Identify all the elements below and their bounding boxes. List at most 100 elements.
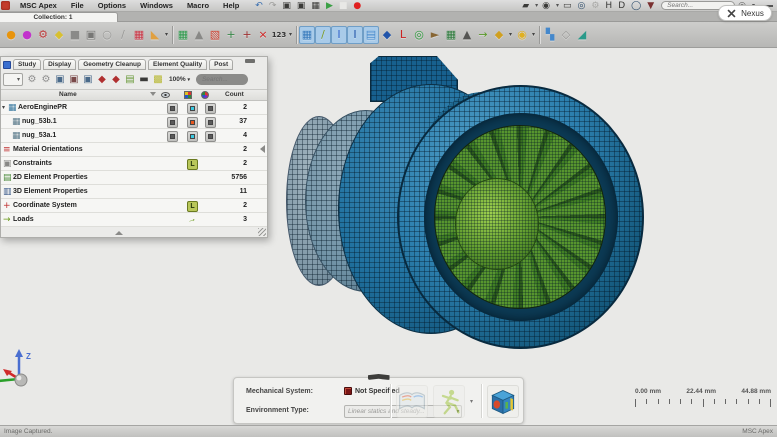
row-label[interactable]: nug_53a.1 (22, 132, 56, 139)
panel-collapse-chevron-icon[interactable] (368, 374, 390, 380)
tab-study[interactable]: Study (13, 59, 41, 70)
solid-box-icon[interactable]: ■ (67, 26, 83, 44)
mechanical-system-value[interactable]: Not Specified (355, 388, 400, 395)
deselect-gears-icon[interactable]: ⚙ (39, 72, 53, 87)
color-pie-icon[interactable] (201, 91, 209, 99)
mesh-blue-icon[interactable]: ▦ (299, 26, 315, 44)
menu-options[interactable]: Options (91, 1, 133, 10)
color-swatch-button[interactable] (187, 117, 198, 128)
axis-move-icon[interactable]: + (223, 26, 239, 44)
cube-wire-icon[interactable]: ◇ (558, 26, 574, 44)
new-sheet-icon[interactable]: ▤ (123, 72, 137, 87)
create-sphere-magenta-icon[interactable]: ● (19, 26, 35, 44)
undo-icon[interactable]: ↶ (252, 0, 266, 12)
render-toggle-button[interactable] (205, 131, 216, 142)
tab-collection[interactable]: Collection: 1 (0, 12, 118, 22)
bolt-green-icon[interactable]: / (315, 26, 331, 44)
row-label[interactable]: AeroEnginePR (18, 104, 67, 111)
menu-macro[interactable]: Macro (180, 1, 216, 10)
menu-help[interactable]: Help (216, 1, 246, 10)
menu-msc-apex[interactable]: MSC Apex (13, 1, 64, 10)
run-options-caret-icon[interactable]: ▾ (467, 396, 476, 408)
redo-icon[interactable]: ↷ (266, 0, 280, 12)
sheets-icon[interactable]: ▤ (363, 26, 379, 44)
fan-surface-icon[interactable]: ◣ (147, 26, 163, 44)
table-row[interactable]: ▥3D Element Properties11 (1, 185, 267, 199)
row-label[interactable]: Material Orientations (13, 146, 83, 153)
target-green-icon[interactable]: ◎ (411, 26, 427, 44)
results-button[interactable] (487, 385, 519, 418)
save-icon[interactable]: ▦ (308, 0, 323, 12)
ibeam-icon[interactable]: I (347, 26, 363, 44)
doc-icon[interactable]: D (615, 0, 628, 12)
surface-tool-icon[interactable]: ◆ (51, 26, 67, 44)
axis-red-icon[interactable]: L (395, 26, 411, 44)
table-row[interactable]: +Coordinate SystemL2 (1, 199, 267, 213)
menu-windows[interactable]: Windows (133, 1, 180, 10)
pin-tool-icon[interactable]: ○ (99, 26, 115, 44)
visibility-eye-icon[interactable] (161, 92, 170, 98)
capture-image-icon[interactable]: ▣ (279, 0, 294, 12)
part-tag-icon[interactable]: ▩ (151, 72, 165, 87)
visibility-toggle-button[interactable] (167, 117, 178, 128)
panel-side-collapse-icon[interactable] (260, 145, 265, 153)
sheet-blue-icon[interactable]: ◆ (379, 26, 395, 44)
row-label[interactable]: 3D Element Properties (13, 188, 88, 195)
orbit-yellow-icon[interactable]: ◉ (514, 26, 530, 44)
axis-rotate-icon[interactable]: + (239, 26, 255, 44)
filter-combo[interactable]: ▾ (3, 73, 23, 86)
table-row[interactable]: ▦nug_53b.137 (1, 115, 267, 129)
color-swatch-button[interactable] (187, 131, 198, 142)
table-row[interactable]: ▾▦AeroEnginePR2 (1, 101, 267, 115)
play-macro-icon[interactable]: ▶ (323, 0, 336, 12)
menu-file[interactable]: File (64, 1, 91, 10)
ramp-teal-icon[interactable]: ◢ (574, 26, 590, 44)
visibility-toggle-button[interactable] (167, 131, 178, 142)
globe-icon[interactable]: ◯ (628, 0, 644, 12)
report-button[interactable] (396, 385, 428, 418)
pillar-icon[interactable]: I (331, 26, 347, 44)
caret[interactable]: ▾ (553, 0, 560, 12)
gears-icon[interactable]: ⚙ (588, 0, 602, 12)
color-square-icon[interactable] (184, 91, 192, 99)
row-label[interactable]: Constraints (13, 160, 52, 167)
numbering-icon[interactable]: 123 (271, 26, 287, 44)
bookmark-icon[interactable]: H (602, 0, 615, 12)
tab-post[interactable]: Post (209, 59, 233, 70)
panel-search-input[interactable] (196, 74, 248, 85)
color-swatch-button[interactable] (187, 103, 198, 114)
hide-entity-icon[interactable]: ▣ (67, 72, 81, 87)
create-sphere-icon[interactable]: ● (3, 26, 19, 44)
board-green-icon[interactable]: ▦ (443, 26, 459, 44)
render-toggle-button[interactable] (205, 103, 216, 114)
grid-squares-icon[interactable]: ▚ (542, 26, 558, 44)
delete-x-icon[interactable]: × (255, 26, 271, 44)
record-macro-icon[interactable]: ● (350, 0, 364, 12)
line-tool-icon[interactable]: / (115, 26, 131, 44)
caret[interactable]: ▾ (532, 0, 539, 12)
zoom-dropdown[interactable]: 100% ▾ (169, 76, 190, 83)
run-analysis-button[interactable] (433, 385, 465, 418)
caret[interactable]: ▾ (163, 26, 170, 44)
plane-colored-icon[interactable]: ◆ (491, 26, 507, 44)
render-mode-icon[interactable]: ◆ (95, 72, 109, 87)
row-label[interactable]: Loads (13, 216, 34, 223)
gear-tools-icon[interactable]: ⚙ (35, 26, 51, 44)
table-row[interactable]: →Loads→3 (1, 213, 267, 227)
select-gears-icon[interactable]: ⚙ (25, 72, 39, 87)
list-view-icon[interactable]: ▬ (137, 72, 151, 87)
pause-macro-icon[interactable]: ■ (336, 0, 351, 12)
camera-icon[interactable]: ◉ (539, 0, 553, 12)
panel-collapse-handle[interactable] (115, 231, 123, 235)
vertex-pin-icon[interactable]: ▲ (191, 26, 207, 44)
caret[interactable]: ▾ (530, 26, 537, 44)
row-label[interactable]: nug_53b.1 (22, 118, 57, 125)
brush-icon[interactable]: ▼ (644, 0, 657, 12)
table-row[interactable]: ▦nug_53a.14 (1, 129, 267, 143)
table-row[interactable]: ≡Material Orientations2 (1, 143, 267, 157)
row-label[interactable]: 2D Element Properties (13, 174, 88, 181)
visibility-toggle-button[interactable] (167, 103, 178, 114)
tab-display[interactable]: Display (43, 59, 76, 70)
capture-scene-icon[interactable]: ▣ (294, 0, 309, 12)
zoom-info-icon[interactable]: ◎ (574, 0, 588, 12)
